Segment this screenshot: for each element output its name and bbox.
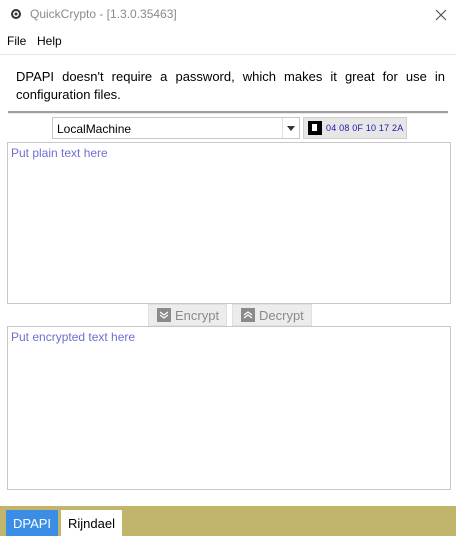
menu-help[interactable]: Help (37, 34, 62, 48)
tab-rijndael[interactable]: Rijndael (61, 510, 122, 536)
plain-text-placeholder: Put plain text here (11, 146, 108, 160)
lock-icon (157, 308, 171, 322)
close-icon (435, 9, 447, 21)
encrypt-label: Encrypt (175, 307, 220, 323)
menu-bar: File Help (0, 30, 456, 55)
close-button[interactable] (426, 0, 456, 30)
tab-dpapi[interactable]: DPAPI (6, 510, 58, 536)
encrypted-text-placeholder: Put encrypted text here (11, 330, 136, 344)
encrypted-text-input[interactable]: Put encrypted text here (7, 326, 451, 490)
encrypt-button[interactable]: Encrypt (148, 304, 227, 326)
menu-file[interactable]: File (7, 34, 26, 48)
gear-icon (11, 9, 21, 19)
scope-dropdown[interactable]: LocalMachine (52, 117, 300, 139)
title-bar: QuickCrypto - [1.3.0.35463] (0, 0, 456, 30)
divider-highlight (8, 113, 448, 114)
chevron-down-icon[interactable] (282, 118, 299, 138)
unlock-icon (241, 308, 255, 322)
entropy-value: 04 08 0F 10 17 2A (326, 123, 404, 133)
plain-text-input[interactable]: Put plain text here (7, 142, 451, 304)
scope-value: LocalMachine (57, 122, 132, 136)
decrypt-button[interactable]: Decrypt (232, 304, 312, 326)
decrypt-label: Decrypt (259, 307, 304, 323)
key-icon (308, 121, 322, 135)
description-text: DPAPI doesn't require a password, which … (16, 69, 445, 102)
entropy-button[interactable]: 04 08 0F 10 17 2A (303, 117, 407, 139)
window-title: QuickCrypto - [1.3.0.35463] (30, 7, 177, 21)
tab-bar: DPAPI Rijndael (0, 506, 456, 536)
